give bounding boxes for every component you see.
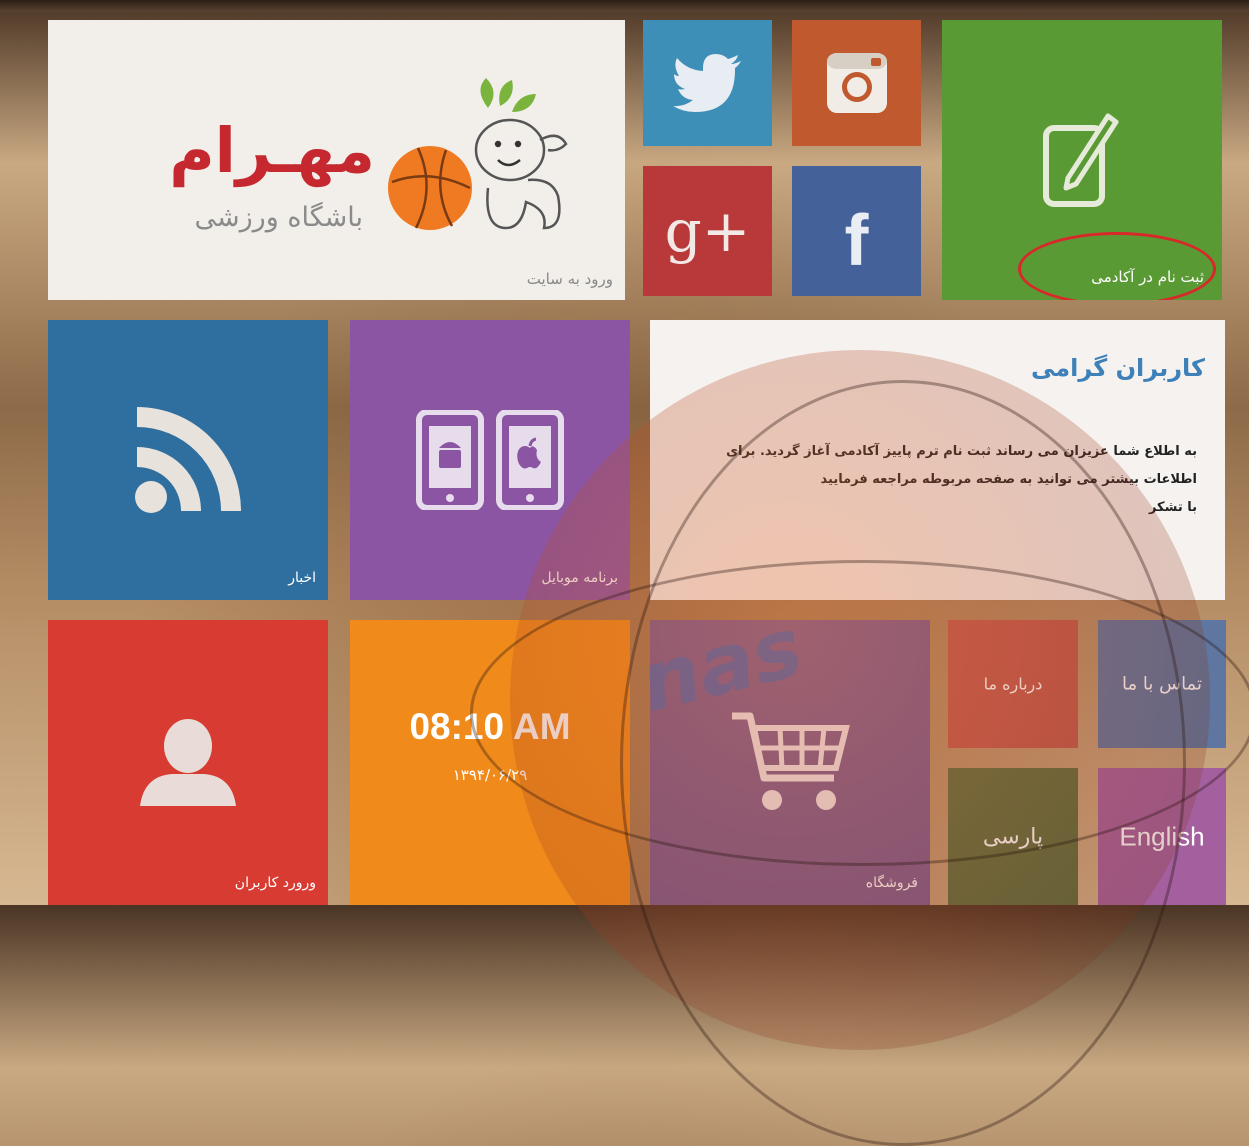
persian-label: پارسی [982,824,1044,849]
news-tile[interactable]: اخبار [48,320,328,600]
facebook-button[interactable]: f [792,166,921,296]
notice-panel: کاربران گرامی به اطلاع شما عزیزان می رسا… [650,320,1225,600]
user-login-tile[interactable]: ورورد کاربران [48,620,328,905]
twitter-icon [672,54,741,112]
shop-label: فروشگاه [865,875,918,891]
top-frame [0,0,1249,12]
rss-icon [135,407,241,513]
contact-us-tile[interactable]: تماس با ما [1098,620,1226,748]
mascot-logo-icon [388,78,568,230]
notice-body: به اطلاع شما عزیزان می رساند ثبت نام ترم… [677,438,1197,522]
mobile-app-label: برنامه موبایل [541,570,618,586]
notice-line-3: با تشکر [1148,500,1197,515]
google-plus-button[interactable]: g+ [643,166,772,296]
enter-site-label: ورود به سایت [526,270,613,288]
register-label: ثبت نام در آکادمی [1091,268,1204,286]
clock-tile: 08:10 AM ۱۳۹۴/۰۶/۲۹ [350,620,630,905]
highlight-oval [1018,232,1216,300]
notice-title: کاربران گرامی [1030,354,1205,382]
brand-subtitle: باشگاه ورزشی [194,202,363,233]
clock-time: 08:10 AM [409,706,571,747]
user-icon [140,718,236,806]
clock-date: ۱۳۹۴/۰۶/۲۹ [452,766,528,784]
language-persian-button[interactable]: پارسی [948,768,1078,905]
about-us-tile[interactable]: درباره ما [948,620,1078,748]
instagram-button[interactable] [792,20,921,146]
shop-tile[interactable]: فروشگاه [650,620,930,905]
notice-line-2: اطلاعات بیشتر می توانید به صفحه مربوطه م… [820,472,1197,487]
logo-tile-enter-site[interactable]: مهـرام باشگاه ورزشی ورود به سایت [48,20,625,300]
twitter-button[interactable] [643,20,772,146]
instagram-icon [826,53,887,113]
mobile-app-tile[interactable]: برنامه موبایل [350,320,630,600]
english-label: English [1119,821,1205,851]
facebook-icon: f [844,201,869,282]
shopping-cart-icon [732,712,850,810]
about-us-label: درباره ما [983,674,1043,694]
brand-title: مهـرام [169,114,375,187]
academy-register-tile[interactable]: ثبت نام در آکادمی [942,20,1222,300]
mobile-apps-icon [416,410,564,510]
contact-us-label: تماس با ما [1122,673,1202,695]
edit-icon [1043,113,1119,207]
user-login-label: ورورد کاربران [234,875,316,891]
language-english-button[interactable]: English [1098,768,1226,905]
google-plus-icon: g+ [664,197,751,265]
news-label: اخبار [288,570,316,586]
notice-line-1: به اطلاع شما عزیزان می رساند ثبت نام ترم… [726,444,1197,459]
